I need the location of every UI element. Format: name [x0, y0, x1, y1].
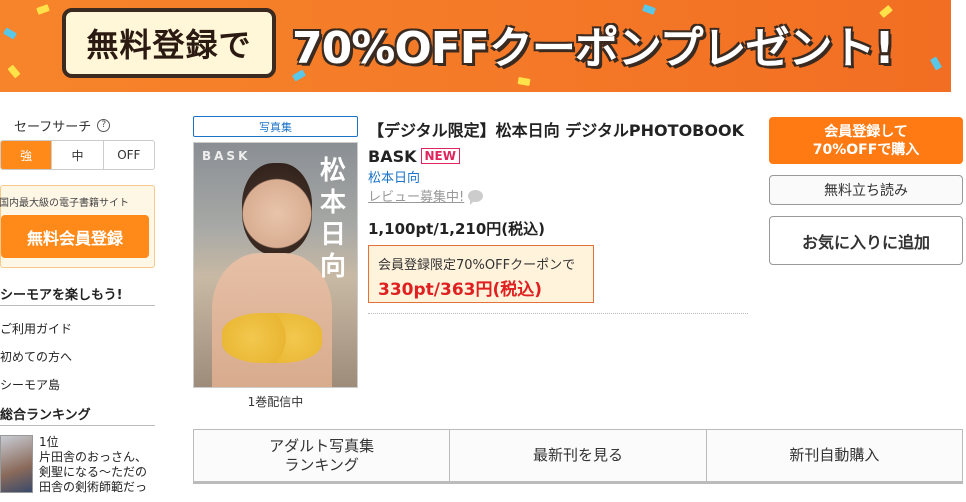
enjoy-heading: シーモアを楽しもう!: [0, 284, 155, 306]
sidebar-link-guide[interactable]: ご利用ガイド: [0, 320, 156, 336]
confetti-decoration: [929, 56, 943, 71]
bottom-tabs: アダルト写真集 ランキング 最新刊を見る 新刊自動購入: [193, 429, 963, 484]
new-badge: NEW: [420, 148, 460, 164]
review-link[interactable]: レビュー募集中!: [368, 186, 484, 205]
review-text[interactable]: レビュー募集中!: [368, 190, 464, 205]
add-favorite-button[interactable]: お気に入りに追加: [769, 216, 963, 265]
banner-free-register-box: 無料登録で: [62, 8, 276, 78]
confetti-decoration: [517, 77, 531, 86]
cover-bask-text: BASK: [202, 149, 251, 163]
sidebar-link-island[interactable]: シーモア島: [0, 376, 156, 392]
author-link[interactable]: 松本日向: [368, 167, 420, 186]
speech-bubble-icon: [468, 190, 484, 205]
price: 1,100pt/1,210円(税込): [368, 220, 545, 238]
confetti-decoration: [7, 64, 21, 79]
promo-banner[interactable]: 無料登録で 70%OFFクーポンプレゼント!: [0, 0, 951, 92]
sidebar-link-first-time[interactable]: 初めての方へ: [0, 348, 156, 364]
register-purchase-line2: 70%OFFで購入: [812, 141, 920, 158]
register-purchase-line1: 会員登録して: [824, 123, 908, 140]
cover-figure-head: [242, 163, 312, 255]
safe-search-label: セーフサーチ: [14, 119, 92, 135]
tab-auto-purchase[interactable]: 新刊自動購入: [707, 430, 962, 481]
confetti-decoration: [3, 27, 17, 40]
coupon-line: 会員登録限定70%OFFクーポンで: [378, 258, 576, 273]
ranking-position: 1位: [39, 435, 59, 449]
coupon-price: 330pt/363円(税込): [378, 280, 543, 300]
dotted-divider: [368, 313, 748, 314]
register-promo-box: 国内最大級の電子書籍サイト 無料会員登録: [0, 185, 155, 268]
cover-image[interactable]: BASK 松本日向: [193, 142, 358, 388]
ranking-heading: 総合ランキング: [0, 404, 155, 426]
category-tag[interactable]: 写真集: [193, 116, 358, 137]
confetti-decoration: [36, 4, 50, 15]
safe-search-option-off[interactable]: OFF: [104, 141, 154, 169]
banner-left-text: 無料登録で: [86, 26, 252, 64]
product-title: 【デジタル限定】松本日向 デジタルPHOTOBOOK BASK NEW: [368, 118, 748, 170]
ranking-text: 1位 片田舎のおっさん、剣聖になる〜ただの田舎の剣術師範だっ: [39, 435, 155, 495]
help-icon[interactable]: ?: [97, 118, 111, 132]
safe-search-toggle: 強 中 OFF: [0, 140, 155, 170]
promo-caption: 国内最大級の電子書籍サイト: [0, 198, 129, 209]
safe-search-row: セーフサーチ ?: [0, 110, 156, 140]
ranking-item[interactable]: 1位 片田舎のおっさん、剣聖になる〜ただの田舎の剣術師範だっ: [0, 435, 156, 495]
cover-name-text: 松本日向: [319, 156, 346, 282]
tab-ranking[interactable]: アダルト写真集 ランキング: [194, 430, 451, 481]
tab-latest[interactable]: 最新刊を見る: [450, 430, 707, 481]
safe-search-option-strong[interactable]: 強: [1, 141, 53, 169]
ranking-title[interactable]: 片田舎のおっさん、剣聖になる〜ただの田舎の剣術師範だっ: [39, 450, 155, 495]
ranking-thumbnail[interactable]: [0, 435, 33, 493]
register-purchase-button[interactable]: 会員登録して 70%OFFで購入: [769, 117, 963, 164]
banner-headline: 70%OFFクーポンプレゼント!: [292, 23, 895, 74]
free-register-button[interactable]: 無料会員登録: [1, 215, 149, 258]
trial-read-button[interactable]: 無料立ち読み: [769, 175, 963, 205]
volume-count: 1巻配信中: [247, 395, 304, 409]
safe-search-option-medium[interactable]: 中: [52, 141, 104, 169]
left-sidebar: セーフサーチ ? 強 中 OFF 国内最大級の電子書籍サイト 無料会員登録 シー…: [0, 110, 156, 495]
cover-figure-swimsuit: [222, 313, 322, 363]
coupon-box: 会員登録限定70%OFFクーポンで 330pt/363円(税込): [368, 245, 594, 303]
